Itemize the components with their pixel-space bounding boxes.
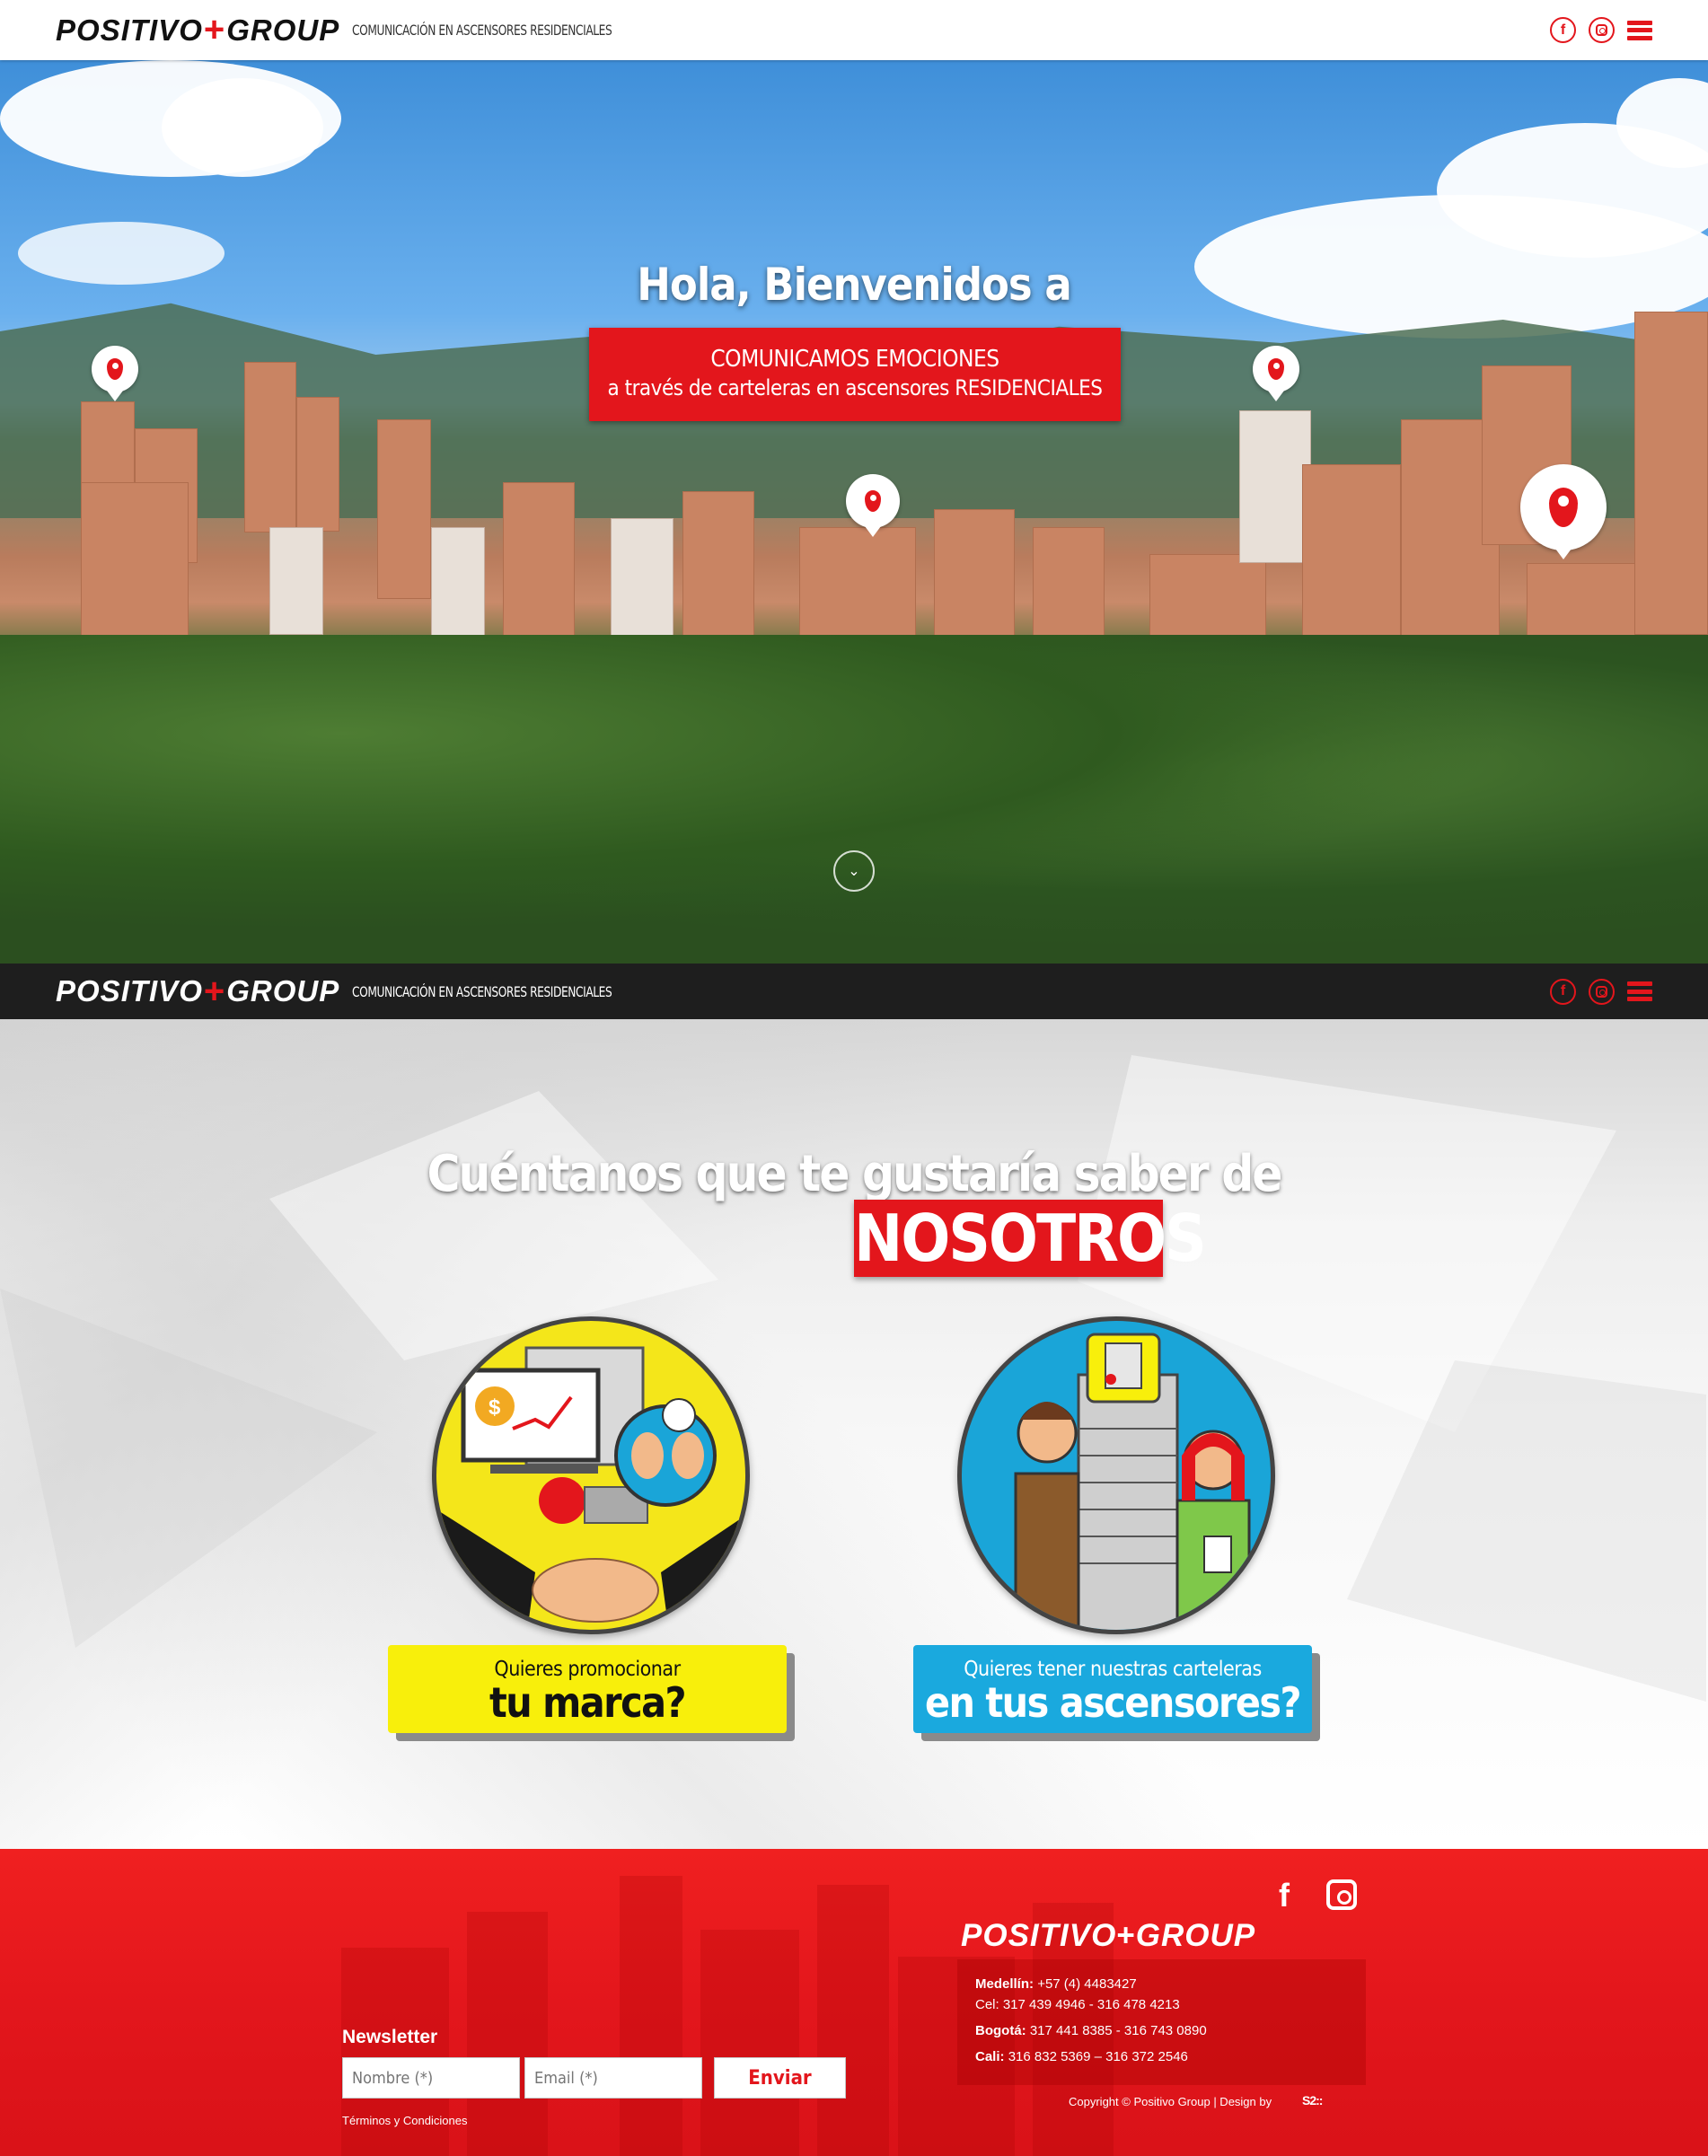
contact-info: Medellín: +57 (4) 4483427 Cel: 317 439 4…: [957, 1959, 1366, 2085]
logo-text-left: POSITIVO: [56, 13, 203, 47]
about-section: [0, 1019, 1708, 1849]
footer-facebook-icon[interactable]: f: [1279, 1877, 1290, 1914]
skyline-building: [817, 1885, 889, 2156]
scroll-down-button[interactable]: ⌄: [833, 850, 875, 892]
newsletter-email-input[interactable]: [524, 2057, 702, 2099]
facebook-icon[interactable]: f: [1550, 978, 1576, 1005]
skyline-building: [620, 1876, 682, 2156]
building: [1634, 312, 1708, 635]
brand-illustration-graphic: $: [436, 1346, 745, 1630]
contact-cali: Cali: 316 832 5369 – 316 372 2546: [975, 2049, 1188, 2064]
contact-medellin-cel: Cel: 317 439 4946 - 316 478 4213: [975, 1997, 1180, 2012]
contact-bogota: Bogotá: 317 441 8385 - 316 743 0890: [975, 2023, 1207, 2038]
site-logo[interactable]: POSITIVO + GROUP: [56, 972, 339, 1012]
tree-canopy: [0, 635, 1708, 964]
top-header: POSITIVO + GROUP COMUNICACIÓN EN ASCENSORE…: [0, 0, 1708, 60]
section-title-highlight: NOSOTROS: [854, 1200, 1207, 1277]
logo-plus: +: [203, 971, 226, 1011]
hero-title: Hola, Bienvenidos a: [637, 259, 1071, 311]
newsletter-name-input[interactable]: [342, 2057, 520, 2099]
terms-link[interactable]: Términos y Condiciones: [342, 2114, 467, 2127]
header-icons: f: [1550, 978, 1652, 1005]
newsletter-submit-button[interactable]: Enviar: [714, 2057, 846, 2099]
footer-logo-right: GROUP: [1135, 1918, 1256, 1953]
background-facet: [0, 1289, 377, 1648]
site-logo[interactable]: POSITIVO + GROUP: [56, 10, 339, 50]
header-icons: f: [1550, 17, 1652, 43]
background-facet: [1347, 1360, 1706, 1702]
promote-brand-button[interactable]: Quieres promocionar tu marca?: [388, 1645, 787, 1733]
elevator-boards-button[interactable]: Quieres tener nuestras carteleras en tus…: [913, 1645, 1312, 1733]
skyline-building: [700, 1930, 799, 2156]
map-pin-icon: [1253, 346, 1299, 392]
map-pin-icon: [1520, 464, 1607, 550]
logo-text-left: POSITIVO: [56, 974, 203, 1008]
footer-logo: POSITIVO+GROUP: [961, 1918, 1255, 1954]
background-facet: [269, 1091, 718, 1360]
designer-logo[interactable]: S2::: [1302, 2093, 1323, 2108]
footer-logo-left: POSITIVO: [961, 1918, 1117, 1953]
building: [269, 527, 323, 635]
elevator-boards-title: en tus ascensores?: [924, 1678, 1302, 1727]
hero-banner: [0, 60, 1708, 964]
sticky-header: POSITIVO + GROUP COMUNICACIÓN EN ASCENSORE…: [0, 964, 1708, 1019]
newsletter-label: Newsletter: [342, 2027, 438, 2047]
section-title: Cuéntanos que te gustaría saber de: [427, 1145, 1283, 1203]
hero-message-box: COMUNICAMOS EMOCIONES a través de cartel…: [589, 328, 1121, 421]
facebook-icon[interactable]: f: [1550, 17, 1576, 43]
footer-instagram-icon[interactable]: [1326, 1879, 1357, 1910]
site-tagline: COMUNICACIÓN EN ASCENSORES RESIDENCIALES: [352, 982, 612, 1000]
building: [1239, 410, 1311, 563]
site-tagline: COMUNICACIÓN EN ASCENSORES RESIDENCIALES: [352, 22, 612, 39]
cloud: [162, 78, 323, 177]
elevator-boards-illustration[interactable]: [957, 1316, 1275, 1634]
logo-text-right: GROUP: [226, 974, 340, 1008]
svg-text:$: $: [489, 1395, 501, 1420]
hero-message-line2: a través de carteleras en ascensores RES…: [607, 375, 1103, 400]
footer: [0, 1849, 1708, 2156]
hero-message-line1: COMUNICAMOS EMOCIONES: [710, 346, 999, 373]
map-pin-icon: [846, 474, 900, 528]
promote-brand-title: tu marca?: [489, 1678, 687, 1727]
footer-logo-plus: +: [1116, 1918, 1136, 1953]
instagram-icon[interactable]: [1589, 978, 1615, 1005]
copyright-text: Copyright © Positivo Group | Design by: [1069, 2095, 1272, 2108]
menu-icon[interactable]: [1627, 20, 1652, 40]
logo-text-right: GROUP: [226, 13, 340, 47]
logo-plus: +: [203, 10, 226, 49]
menu-icon[interactable]: [1627, 981, 1652, 1001]
instagram-icon[interactable]: [1589, 17, 1615, 43]
map-pin-icon: [92, 346, 138, 392]
building: [296, 397, 339, 532]
skyline-building: [467, 1912, 548, 2156]
building: [244, 362, 296, 532]
building: [377, 419, 431, 599]
elevator-illustration-graphic: [1014, 1333, 1251, 1630]
brand-promotion-illustration[interactable]: $: [432, 1316, 750, 1634]
contact-medellin: Medellín: +57 (4) 4483427: [975, 1976, 1137, 1992]
chevron-down-icon: ⌄: [848, 864, 860, 879]
building: [431, 527, 485, 653]
